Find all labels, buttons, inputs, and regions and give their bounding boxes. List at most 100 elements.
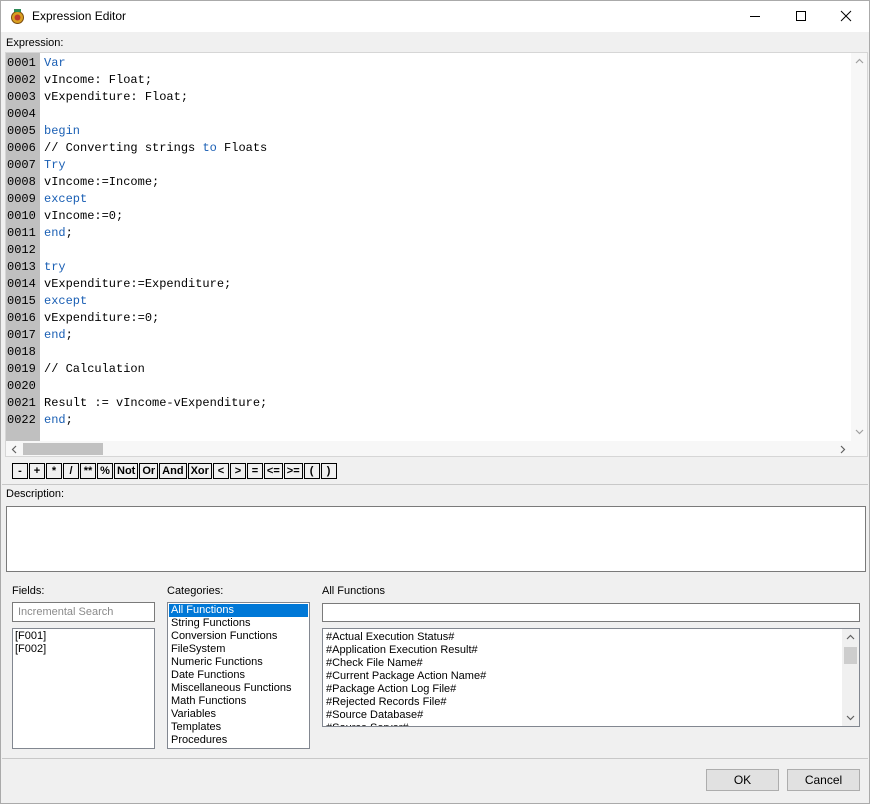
category-item[interactable]: Date Functions bbox=[169, 669, 308, 682]
line-number: 0001 bbox=[7, 56, 36, 70]
maximize-button[interactable] bbox=[778, 1, 824, 32]
keyword-token: to bbox=[202, 141, 217, 155]
scroll-left-icon[interactable] bbox=[11, 445, 17, 454]
code-line[interactable]: 0004 bbox=[6, 106, 851, 123]
code-text: except bbox=[44, 293, 87, 310]
line-number: 0012 bbox=[7, 243, 36, 257]
code-line[interactable]: 0014 vExpenditure:=Expenditure; bbox=[6, 276, 851, 293]
scroll-up-icon[interactable] bbox=[855, 58, 864, 64]
horizontal-scroll-thumb[interactable] bbox=[23, 443, 103, 455]
category-item[interactable]: Procedures bbox=[169, 734, 308, 747]
operator-button[interactable]: ) bbox=[320, 463, 337, 479]
operator-button[interactable]: Or bbox=[139, 463, 159, 479]
keyword-token: try bbox=[44, 260, 66, 274]
code-text: vIncome:=0; bbox=[44, 208, 123, 225]
code-line[interactable]: 0018 bbox=[6, 344, 851, 361]
code-line[interactable]: 0016 vExpenditure:=0; bbox=[6, 310, 851, 327]
close-button[interactable] bbox=[823, 1, 869, 32]
operator-button[interactable]: + bbox=[29, 463, 45, 479]
categories-list[interactable]: All Functions String Functions Conversion … bbox=[167, 602, 310, 749]
operator-button[interactable]: % bbox=[97, 463, 113, 479]
function-item[interactable]: #Rejected Records File# bbox=[326, 696, 486, 709]
category-item[interactable]: Miscellaneous Functions bbox=[169, 682, 308, 695]
fields-search-input[interactable]: Incremental Search bbox=[12, 602, 155, 622]
code-line[interactable]: 0008 vIncome:=Income; bbox=[6, 174, 851, 191]
category-item[interactable]: Numeric Functions bbox=[169, 656, 308, 669]
ok-button[interactable]: OK bbox=[706, 769, 779, 791]
keyword-token: except bbox=[44, 294, 88, 308]
category-item[interactable]: Variables bbox=[169, 708, 308, 721]
code-token: vExpenditure: Float; bbox=[44, 90, 189, 104]
function-item[interactable]: #Actual Execution Status# bbox=[326, 631, 486, 644]
functions-scrollbar[interactable] bbox=[842, 629, 859, 726]
code-line[interactable]: 0006 // Converting strings to Floats bbox=[6, 140, 851, 157]
function-item[interactable]: #Check File Name# bbox=[326, 657, 486, 670]
expression-code-editor[interactable]: 0001 Var 0002 vIncome: Float; 0003 vExpenditu… bbox=[5, 52, 868, 457]
operator-button[interactable]: = bbox=[246, 463, 263, 479]
keyword-token: except bbox=[44, 192, 88, 206]
code-line[interactable]: 0010 vIncome:=0; bbox=[6, 208, 851, 225]
editor-horizontal-scrollbar[interactable] bbox=[6, 441, 867, 456]
operator-button[interactable]: - bbox=[12, 463, 28, 479]
function-item[interactable]: #Package Action Log File# bbox=[326, 683, 486, 696]
operator-button[interactable]: ** bbox=[80, 463, 96, 479]
code-line[interactable]: 0013 try bbox=[6, 259, 851, 276]
operator-button[interactable]: > bbox=[229, 463, 246, 479]
scroll-up-icon[interactable] bbox=[846, 634, 855, 640]
scroll-right-icon[interactable] bbox=[840, 445, 846, 454]
description-box[interactable] bbox=[6, 506, 866, 572]
operator-button[interactable]: <= bbox=[263, 463, 283, 479]
category-item[interactable]: Conversion Functions bbox=[169, 630, 308, 643]
code-text: vExpenditure: Float; bbox=[44, 89, 188, 106]
category-item[interactable]: Templates bbox=[169, 721, 308, 734]
operator-button[interactable]: Not bbox=[114, 463, 139, 479]
code-line[interactable]: 0020 bbox=[6, 378, 851, 395]
code-line[interactable]: 0022 end; bbox=[6, 412, 851, 429]
code-line[interactable]: 0005 begin bbox=[6, 123, 851, 140]
code-line[interactable]: 0021 Result := vIncome-vExpenditure; bbox=[6, 395, 851, 412]
minimize-button[interactable] bbox=[732, 1, 778, 32]
function-item[interactable]: #Source Database# bbox=[326, 709, 486, 722]
code-line[interactable]: 0009 except bbox=[6, 191, 851, 208]
operator-button[interactable]: < bbox=[212, 463, 229, 479]
code-line[interactable]: 0019 // Calculation bbox=[6, 361, 851, 378]
code-line[interactable]: 0012 bbox=[6, 242, 851, 259]
category-item[interactable]: Math Functions bbox=[169, 695, 308, 708]
code-line[interactable]: 0003 vExpenditure: Float; bbox=[6, 89, 851, 106]
function-item[interactable]: #Current Package Action Name# bbox=[326, 670, 486, 683]
category-item[interactable]: All Functions bbox=[169, 604, 308, 617]
keyword-token: begin bbox=[44, 124, 81, 138]
code-line[interactable]: 0002 vIncome: Float; bbox=[6, 72, 851, 89]
code-line[interactable]: 0007 Try bbox=[6, 157, 851, 174]
line-number: 0008 bbox=[7, 175, 36, 189]
category-item[interactable]: FileSystem bbox=[169, 643, 308, 656]
scroll-down-icon[interactable] bbox=[855, 429, 864, 435]
operator-button[interactable]: * bbox=[46, 463, 62, 479]
function-item[interactable]: #Application Execution Result# bbox=[326, 644, 486, 657]
cancel-button[interactable]: Cancel bbox=[787, 769, 860, 791]
code-line[interactable]: 0017 end; bbox=[6, 327, 851, 344]
fields-list[interactable]: [F001] [F002] bbox=[12, 628, 155, 749]
functions-filter-input[interactable] bbox=[322, 603, 860, 622]
operator-button[interactable]: / bbox=[63, 463, 79, 479]
section-divider bbox=[2, 484, 868, 485]
code-line[interactable]: 0011 end; bbox=[6, 225, 851, 242]
code-token: vIncome: Float; bbox=[44, 73, 153, 87]
functions-scroll-thumb[interactable] bbox=[844, 647, 857, 664]
code-token: // Calculation bbox=[44, 362, 145, 376]
operator-button[interactable]: Xor bbox=[187, 463, 212, 479]
functions-list[interactable]: #Actual Execution Status# #Application Ex… bbox=[322, 628, 860, 727]
code-line[interactable]: 0015 except bbox=[6, 293, 851, 310]
field-item[interactable]: [F002] bbox=[15, 643, 152, 656]
editor-vertical-scrollbar[interactable] bbox=[851, 53, 867, 441]
field-item[interactable]: [F001] bbox=[15, 630, 152, 643]
line-number: 0011 bbox=[7, 226, 36, 240]
function-item[interactable]: #Source Server# bbox=[326, 722, 486, 726]
operator-button[interactable]: >= bbox=[283, 463, 303, 479]
category-item[interactable]: String Functions bbox=[169, 617, 308, 630]
code-token: vIncome:=0; bbox=[44, 209, 124, 223]
operator-button[interactable]: ( bbox=[303, 463, 320, 479]
scroll-down-icon[interactable] bbox=[846, 715, 855, 721]
code-line[interactable]: 0001 Var bbox=[6, 55, 851, 72]
operator-button[interactable]: And bbox=[159, 463, 187, 479]
